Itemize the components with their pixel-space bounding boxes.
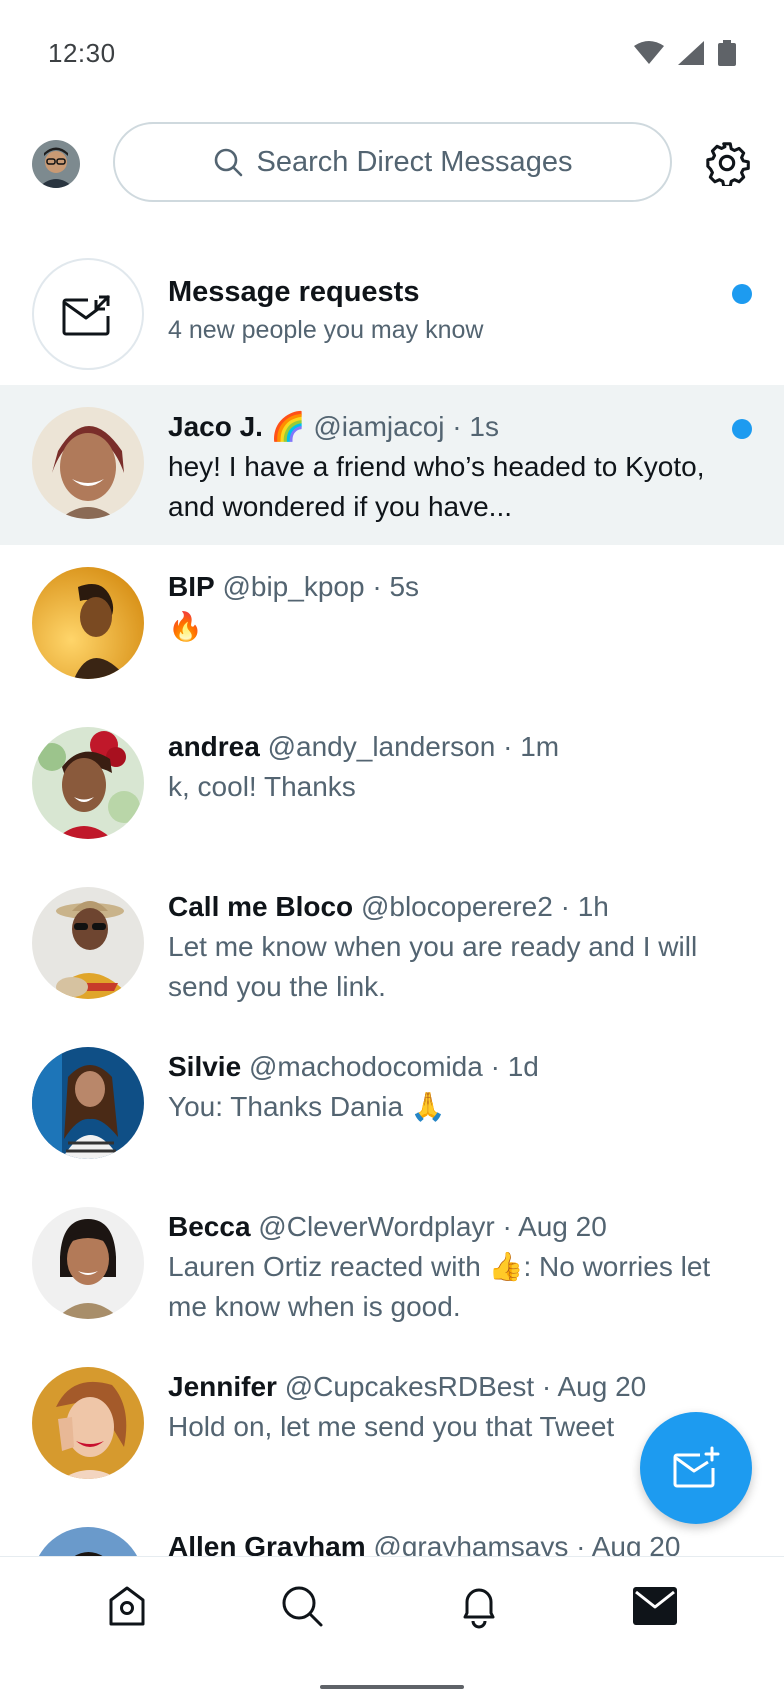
- conversation-preview: Lauren Ortiz reacted with 👍: No worries …: [168, 1251, 711, 1322]
- bottom-navigation: [0, 1556, 784, 1700]
- header: Search Direct Messages: [0, 112, 784, 212]
- conversation-meta: Allen Grayham @grayhamsays · Aug 20: [168, 1527, 724, 1557]
- separator: ·: [503, 731, 513, 762]
- conversation-name: Silvie: [168, 1051, 242, 1082]
- conversation-preview: hey! I have a friend who’s headed to Kyo…: [168, 451, 705, 522]
- conversation-preview: Let me know when you are ready and I wil…: [168, 931, 698, 1002]
- separator: ·: [560, 891, 570, 922]
- cellular-signal-icon: [678, 41, 704, 65]
- avatar[interactable]: [32, 1207, 144, 1319]
- conversation-meta: Call me Bloco @blocoperere2 · 1h: [168, 887, 724, 927]
- separator: ·: [490, 1051, 500, 1082]
- separator: ·: [452, 411, 462, 442]
- conversation-row[interactable]: Call me Bloco @blocoperere2 · 1h Let me …: [0, 865, 784, 1025]
- home-icon: [109, 1586, 145, 1626]
- search-placeholder: Search Direct Messages: [256, 145, 573, 178]
- conversation-handle: @machodocomida: [248, 1051, 483, 1082]
- search-icon: [214, 148, 242, 177]
- avatar[interactable]: [32, 1047, 144, 1159]
- separator: ·: [502, 1211, 512, 1242]
- conversation-preview: 🔥: [168, 611, 203, 642]
- conversation-meta: Jaco J. 🌈 @iamjacoj · 1s: [168, 407, 724, 447]
- compose-message-button[interactable]: [640, 1412, 752, 1524]
- conversation-time: 1s: [469, 411, 499, 442]
- conversation-time: Aug 20: [591, 1531, 681, 1557]
- mail-incoming-icon: [62, 294, 111, 336]
- nav-notifications[interactable]: [454, 1581, 504, 1631]
- mail-icon: [633, 1587, 677, 1625]
- conversation-meta: Jennifer @CupcakesRDBest · Aug 20: [168, 1367, 724, 1407]
- status-bar: 12:30: [0, 0, 784, 106]
- profile-avatar[interactable]: [32, 140, 80, 188]
- conversation-name: Call me Bloco: [168, 891, 354, 922]
- conversation-meta: Silvie @machodocomida · 1d: [168, 1047, 724, 1087]
- conversation-name: Jennifer: [168, 1371, 277, 1402]
- separator: ·: [372, 571, 382, 602]
- conversation-handle: @grayhamsays: [373, 1531, 569, 1557]
- home-indicator[interactable]: [320, 1685, 464, 1689]
- bell-icon: [463, 1588, 495, 1629]
- avatar[interactable]: [32, 887, 144, 999]
- nav-search[interactable]: [277, 1581, 327, 1631]
- message-requests-title: Message requests: [168, 276, 420, 308]
- status-icons: [634, 40, 736, 66]
- unread-indicator: [732, 284, 752, 304]
- settings-button[interactable]: [704, 140, 750, 188]
- conversation-name: Jaco J. 🌈: [168, 411, 306, 442]
- nav-messages[interactable]: [630, 1581, 680, 1631]
- conversation-preview: k, cool! Thanks: [168, 771, 356, 802]
- separator: ·: [541, 1371, 552, 1402]
- conversation-meta: Becca @CleverWordplayr · Aug 20: [168, 1207, 724, 1247]
- separator: ·: [576, 1531, 586, 1557]
- conversation-meta: andrea @andy_landerson · 1m: [168, 727, 724, 767]
- battery-icon: [718, 40, 736, 66]
- conversation-row[interactable]: Silvie @machodocomida · 1d You: Thanks D…: [0, 1025, 784, 1185]
- conversation-row[interactable]: Jaco J. 🌈 @iamjacoj · 1s hey! I have a f…: [0, 385, 784, 545]
- dm-screen: 12:30 Search Direct Messages Message req…: [0, 0, 784, 1700]
- conversation-row[interactable]: BIP @bip_kpop · 5s 🔥: [0, 545, 784, 705]
- conversation-list: Jaco J. 🌈 @iamjacoj · 1s hey! I have a f…: [0, 385, 784, 1557]
- search-field[interactable]: Search Direct Messages: [113, 122, 672, 202]
- message-requests-subtitle: 4 new people you may know: [168, 316, 484, 344]
- conversation-name: andrea: [168, 731, 260, 762]
- avatar[interactable]: [32, 727, 144, 839]
- message-requests-icon-wrap: [32, 258, 144, 370]
- conversation-handle: @bip_kpop: [222, 571, 365, 602]
- conversation-row[interactable]: andrea @andy_landerson · 1m k, cool! Tha…: [0, 705, 784, 865]
- avatar[interactable]: [32, 567, 144, 679]
- compose-message-icon: [673, 1446, 720, 1488]
- search-icon: [282, 1586, 323, 1627]
- status-time: 12:30: [48, 38, 116, 68]
- avatar[interactable]: [32, 407, 144, 519]
- gear-icon: [706, 142, 750, 188]
- conversation-handle: @blocoperere2: [360, 891, 553, 922]
- conversation-handle: @CupcakesRDBest: [284, 1371, 535, 1402]
- conversation-handle: @CleverWordplayr: [258, 1211, 495, 1242]
- conversation-name: Becca: [168, 1211, 251, 1242]
- conversation-meta: BIP @bip_kpop · 5s: [168, 567, 724, 607]
- conversation-handle: @iamjacoj: [313, 411, 445, 442]
- conversation-time: Aug 20: [518, 1211, 607, 1242]
- unread-indicator: [732, 419, 752, 439]
- wifi-icon: [634, 41, 664, 64]
- avatar[interactable]: [32, 1527, 144, 1557]
- conversation-time: 1m: [520, 731, 560, 762]
- conversation-time: 1h: [577, 891, 609, 922]
- conversation-name: BIP: [168, 571, 215, 602]
- message-requests-row[interactable]: Message requests 4 new people you may kn…: [0, 256, 784, 384]
- conversation-time: Aug 20: [557, 1371, 647, 1402]
- conversation-name: Allen Grayham: [168, 1531, 366, 1557]
- conversation-preview: You: Thanks Dania 🙏: [168, 1091, 446, 1122]
- conversation-preview: Hold on, let me send you that Tweet: [168, 1411, 615, 1442]
- conversation-handle: @andy_landerson: [267, 731, 496, 762]
- avatar[interactable]: [32, 1367, 144, 1479]
- conversation-time: 1d: [507, 1051, 539, 1082]
- conversation-time: 5s: [389, 571, 420, 602]
- conversation-row[interactable]: Becca @CleverWordplayr · Aug 20 Lauren O…: [0, 1185, 784, 1345]
- nav-home[interactable]: [102, 1581, 152, 1631]
